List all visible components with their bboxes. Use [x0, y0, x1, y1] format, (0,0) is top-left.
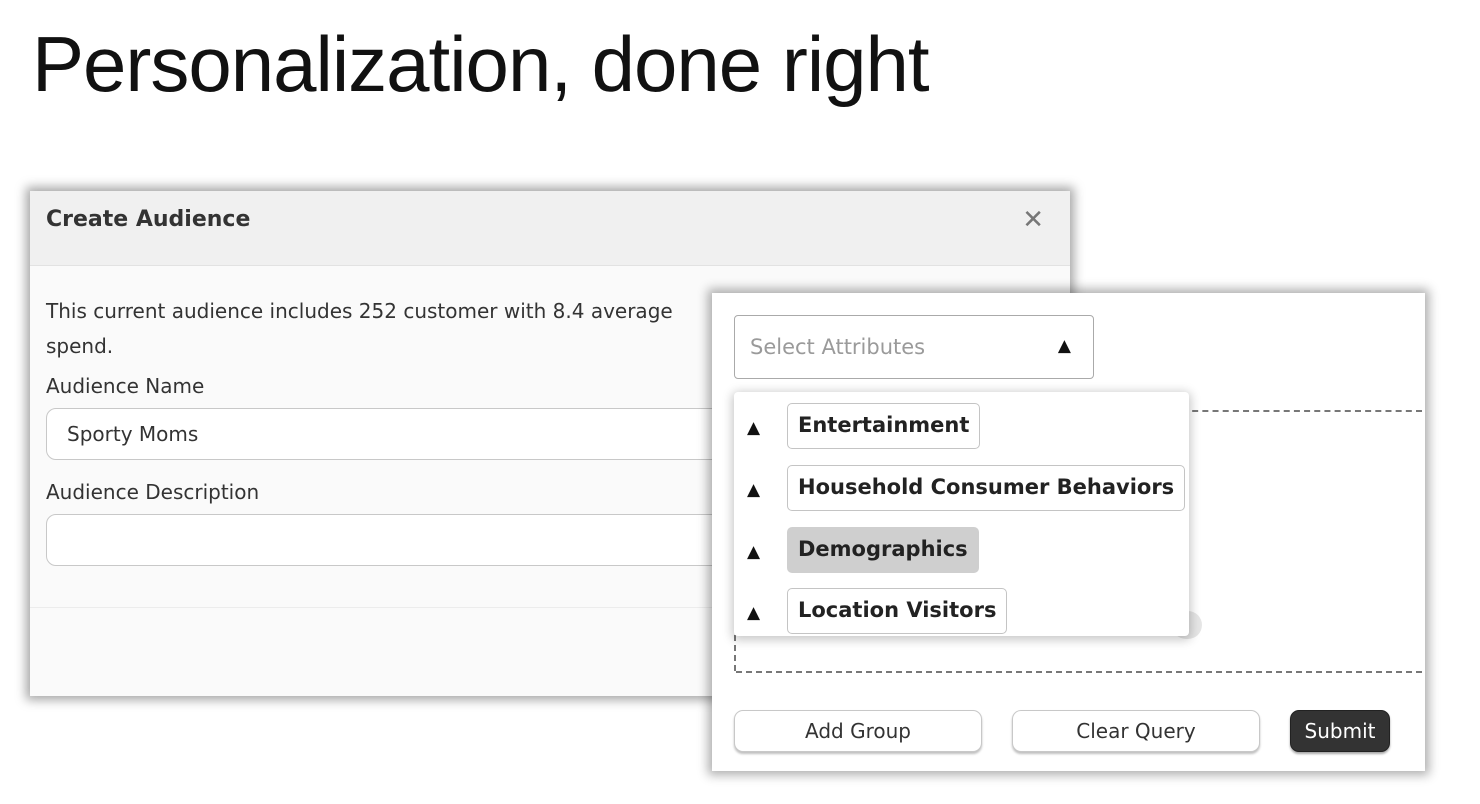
modal-title: Create Audience	[46, 207, 251, 232]
submit-button[interactable]: Submit	[1290, 710, 1390, 752]
slide: Personalization, done right Create Audie…	[0, 0, 1480, 804]
caret-up-icon: ▲	[747, 418, 761, 438]
close-icon[interactable]: ✕	[1022, 205, 1044, 235]
caret-up-icon: ▲	[747, 603, 761, 623]
caret-up-icon: ▲	[1057, 336, 1071, 356]
select-attributes-placeholder: Select Attributes	[750, 335, 926, 359]
attribute-option-demographics[interactable]: ▲ Demographics	[734, 526, 1189, 576]
attribute-option-household-consumer-behaviors[interactable]: ▲ Household Consumer Behaviors	[734, 464, 1189, 514]
attribute-chip-selected[interactable]: Demographics	[787, 527, 979, 573]
add-group-button[interactable]: Add Group	[734, 710, 982, 752]
audience-description-input[interactable]	[46, 514, 766, 566]
caret-up-icon: ▲	[747, 542, 761, 562]
group-dashed-border-left	[734, 635, 736, 671]
attribute-option-location-visitors[interactable]: ▲ Location Visitors	[734, 587, 1189, 637]
group-dashed-border-top	[1182, 410, 1422, 412]
audience-summary: This current audience includes 252 custo…	[46, 299, 673, 358]
attributes-dropdown-list: ▲ Entertainment ▲ Household Consumer Beh…	[734, 392, 1189, 636]
audience-name-input[interactable]: Sporty Moms	[46, 408, 766, 460]
query-builder-panel: Select Attributes ▲ ▲ Entertainment ▲ Ho…	[712, 293, 1425, 771]
clear-query-button[interactable]: Clear Query	[1012, 710, 1260, 752]
attribute-chip[interactable]: Household Consumer Behaviors	[787, 465, 1186, 511]
caret-up-icon: ▲	[747, 480, 761, 500]
slide-title: Personalization, done right	[32, 20, 930, 108]
modal-header: Create Audience ✕	[30, 191, 1070, 266]
group-dashed-border-bottom	[736, 671, 1422, 673]
attribute-chip[interactable]: Location Visitors	[787, 588, 1008, 634]
attribute-chip[interactable]: Entertainment	[787, 403, 981, 449]
attribute-option-entertainment[interactable]: ▲ Entertainment	[734, 402, 1189, 452]
select-attributes-dropdown[interactable]: Select Attributes ▲	[734, 315, 1094, 379]
